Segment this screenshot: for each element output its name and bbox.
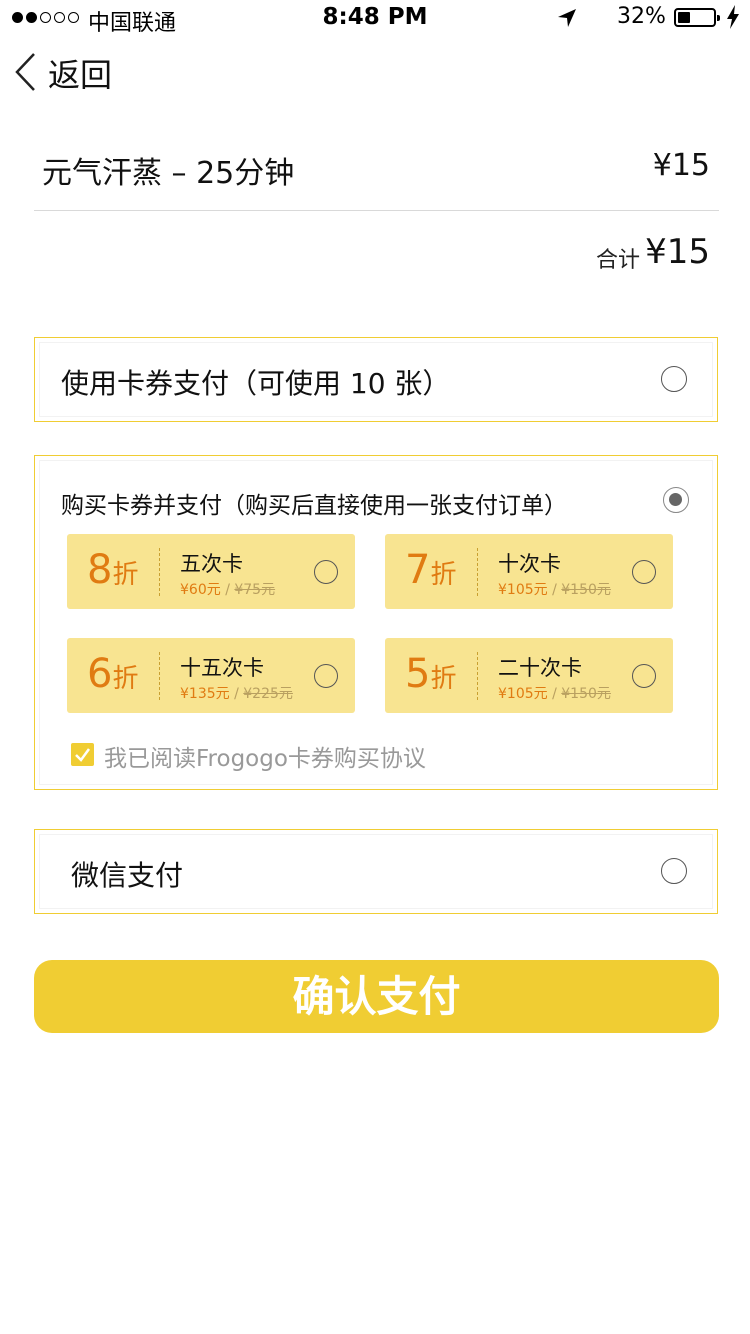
card-option-20[interactable]: 5折 二十次卡 ¥105元 / ¥150元 bbox=[385, 638, 673, 713]
card-name: 五次卡 bbox=[180, 552, 243, 576]
wechat-radio[interactable] bbox=[661, 858, 687, 884]
payment-option-wechat-label: 微信支付 bbox=[71, 859, 184, 892]
total-value: ¥15 bbox=[645, 232, 710, 272]
battery-percent: 32% bbox=[617, 4, 666, 29]
card-option-5[interactable]: 8折 五次卡 ¥60元 / ¥75元 bbox=[67, 534, 355, 609]
status-bar: 中国联通 8:48 PM 32% bbox=[0, 0, 750, 40]
payment-option-coupon-label: 使用卡券支付（可使用 10 张） bbox=[61, 367, 451, 400]
payment-option-wechat[interactable]: 微信支付 bbox=[34, 829, 718, 914]
card-separator bbox=[477, 548, 478, 596]
total-label: 合计 bbox=[596, 248, 641, 273]
card-separator bbox=[477, 652, 478, 700]
check-icon bbox=[75, 748, 91, 762]
charging-bolt-icon bbox=[727, 5, 739, 29]
card-price: ¥60元 / ¥75元 bbox=[180, 582, 276, 598]
card-name: 二十次卡 bbox=[498, 656, 582, 680]
confirm-payment-button[interactable]: 确认支付 bbox=[34, 960, 719, 1033]
divider bbox=[34, 210, 719, 211]
order-item-name: 元气汗蒸 – 25分钟 bbox=[42, 156, 295, 191]
card-radio[interactable] bbox=[314, 560, 338, 584]
buy-card-radio[interactable] bbox=[663, 487, 689, 513]
card-price: ¥135元 / ¥225元 bbox=[180, 686, 293, 702]
location-arrow-icon bbox=[558, 9, 576, 27]
card-name: 十五次卡 bbox=[180, 656, 264, 680]
card-option-10[interactable]: 7折 十次卡 ¥105元 / ¥150元 bbox=[385, 534, 673, 609]
coupon-radio[interactable] bbox=[661, 366, 687, 392]
card-option-15[interactable]: 6折 十五次卡 ¥135元 / ¥225元 bbox=[67, 638, 355, 713]
card-discount: 7折 bbox=[405, 547, 457, 593]
order-item-price: ¥15 bbox=[652, 148, 710, 183]
agreement-link[interactable]: 我已阅读Frogogo卡券购买协议 bbox=[104, 739, 426, 773]
card-discount: 5折 bbox=[405, 651, 457, 697]
card-separator bbox=[159, 548, 160, 596]
payment-option-coupon[interactable]: 使用卡券支付（可使用 10 张） bbox=[34, 337, 718, 422]
card-separator bbox=[159, 652, 160, 700]
agreement-checkbox[interactable] bbox=[71, 743, 94, 766]
card-radio[interactable] bbox=[314, 664, 338, 688]
card-discount: 6折 bbox=[87, 651, 139, 697]
card-radio[interactable] bbox=[632, 560, 656, 584]
card-name: 十次卡 bbox=[498, 552, 561, 576]
card-price: ¥105元 / ¥150元 bbox=[498, 686, 611, 702]
back-button[interactable]: 返回 bbox=[48, 50, 112, 96]
payment-option-buy-card-label: 购买卡券并支付（购买后直接使用一张支付订单） bbox=[61, 493, 567, 519]
card-radio[interactable] bbox=[632, 664, 656, 688]
card-price: ¥105元 / ¥150元 bbox=[498, 582, 611, 598]
card-discount: 8折 bbox=[87, 547, 139, 593]
battery-icon bbox=[674, 8, 720, 27]
chevron-left-icon[interactable] bbox=[14, 52, 38, 92]
